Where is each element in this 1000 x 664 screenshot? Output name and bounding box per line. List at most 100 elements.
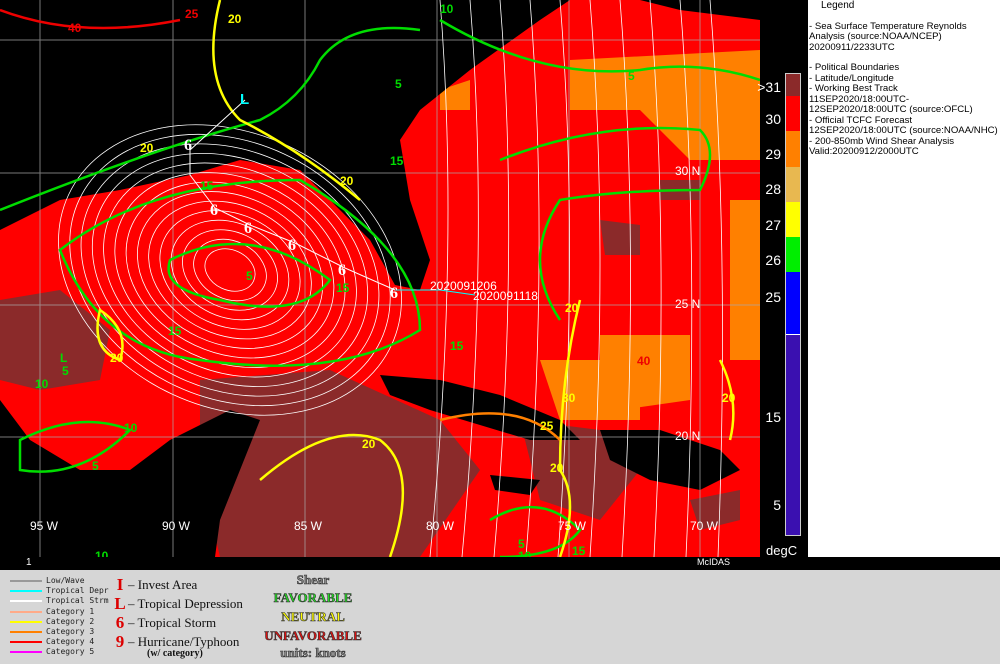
lat-label: 25 N [675,297,700,311]
colorbar-label: 15 [765,409,781,425]
legend-line: - Political Boundaries [809,62,900,73]
colorbar-segment [786,95,800,131]
contour-label: 20 [362,437,376,451]
track-key-label: Category 2 [46,616,95,626]
contour-label: 15 [336,281,350,295]
contour-label: 15 [572,544,586,557]
symbol-key-label: – Tropical Depression [128,596,243,611]
key-panel: Low/Wave Tropical Depr Tropical Strm Catego… [0,570,1000,664]
colorbar-label: 26 [765,252,781,268]
contour-label: 10 [440,2,454,16]
contour-label: 20 [340,174,354,188]
colorbar-label: 25 [765,289,781,305]
track-time-label: 2020091118 [473,289,538,303]
tropical-storm-icon: 6 [115,613,125,632]
lon-label: 85 W [294,519,323,533]
track-key-label: Category 5 [46,647,95,657]
legend-title: Legend [821,0,855,11]
contour-label: 5 [628,69,635,83]
lon-label: 90 W [162,519,191,533]
track-key-swatch [10,580,42,582]
lon-label: 80 W [426,519,455,533]
shear-title: Shear [296,572,330,588]
contour-label: 15 [390,154,404,168]
contour-label: 40 [637,354,651,368]
track-key-swatch [10,631,42,633]
colorbar-segment [786,271,800,335]
invest-icon: I [116,575,124,594]
contour-label: 5 [395,77,402,91]
colorbar-label: 5 [773,497,781,513]
shear-unfavorable: UNFAVORABLE [264,628,362,644]
symbol-key-label: – Tropical Storm [128,615,217,630]
track-key-label: Category 3 [46,627,95,636]
colorbar-unit: degC [766,543,798,558]
status-strip: 1 McIDAS [0,557,760,570]
colorbar-label: 28 [765,181,781,197]
legend-line: Analysis (source:NOAA/NCEP) [809,31,942,42]
shear-neutral: NEUTRAL [281,609,345,625]
sst-shear-map: 40 25 20 10 5 15 5 20 15 20 5 15 20 15 10 5 10 20 15 20 30 25… [0,0,760,557]
contour-label: 5 [246,269,253,283]
colorbar-segment [786,201,800,237]
colorbar-label: >31 [757,79,781,95]
mcidas-label: McIDAS [697,557,731,567]
lon-label: 75 W [558,519,587,533]
contour-label: 10 [35,377,49,391]
tropical-depression-icon: L [114,594,126,613]
tropical-storm-icon: 6 [210,202,218,219]
contour-label: 25 [185,7,199,21]
colorbar-label: 30 [765,111,781,127]
legend-line: 20200911/2233UTC [809,41,895,53]
track-key-label: Low/Wave [46,576,85,585]
track-key-swatch [10,600,42,603]
legend-line: 12SEP2020/18:00UTC (source:OFCL) [809,104,973,115]
contour-label: 40 [68,21,82,35]
contour-label: 30 [562,391,576,405]
track-key-label: Tropical Strm [46,596,109,606]
tropical-storm-icon: 6 [338,262,346,279]
contour-label: 10 [95,549,109,557]
lat-label: 30 N [675,164,700,178]
contour-label: 15 [168,324,182,338]
contour-label: 20 [140,141,154,155]
contour-label: 20 [110,351,124,365]
colorbar-segment [786,236,800,272]
legend-line: - Working Best Track [809,83,898,94]
contour-label: 25 [540,419,554,433]
symbol-key-label: – Invest Area [128,577,198,592]
lat-label: 20 N [675,429,700,443]
track-key-swatch [10,620,42,623]
contour-label: 10 [518,549,532,557]
lon-label: 95 W [30,519,59,533]
tropical-storm-icon: 6 [244,220,252,237]
contour-label: 5 [62,364,69,378]
colorbar-label: 27 [765,217,781,233]
legend-line: Valid:20200912/2000UTC [809,146,919,157]
tropical-storm-icon: 6 [184,137,192,154]
tropical-depression-icon: L [240,91,249,108]
legend-line: 12SEP2020/18:00UTC (source:NOAA/NHC) [809,125,998,136]
track-key-swatch [10,641,42,644]
lon-label: 70 W [690,519,719,533]
colorbar-segment [786,166,800,202]
tropical-storm-icon: 6 [288,237,296,254]
track-key-label: Category 4 [46,637,95,647]
contour-label: 20 [228,12,242,26]
contour-label: L [60,351,67,365]
colorbar-label: 29 [765,146,781,162]
shear-units: units: knots [280,645,346,661]
colorbar-segment [786,334,800,535]
frame-number: 1 [26,557,32,568]
legend-panel: Legend - Sea Surface Temperature Reynold… [808,0,1000,557]
contour-label: 20 [550,461,564,475]
symbol-note: (w/ category) [147,648,203,659]
tropical-storm-icon: 6 [390,285,398,302]
contour-label: 10 [124,421,138,435]
shear-favorable: FAVORABLE [273,590,353,606]
contour-label: 20 [565,301,579,315]
contour-label: 5 [92,459,99,473]
contour-label: 20 [722,391,736,405]
colorbar-segment [786,130,800,167]
track-key-swatch [10,590,42,593]
